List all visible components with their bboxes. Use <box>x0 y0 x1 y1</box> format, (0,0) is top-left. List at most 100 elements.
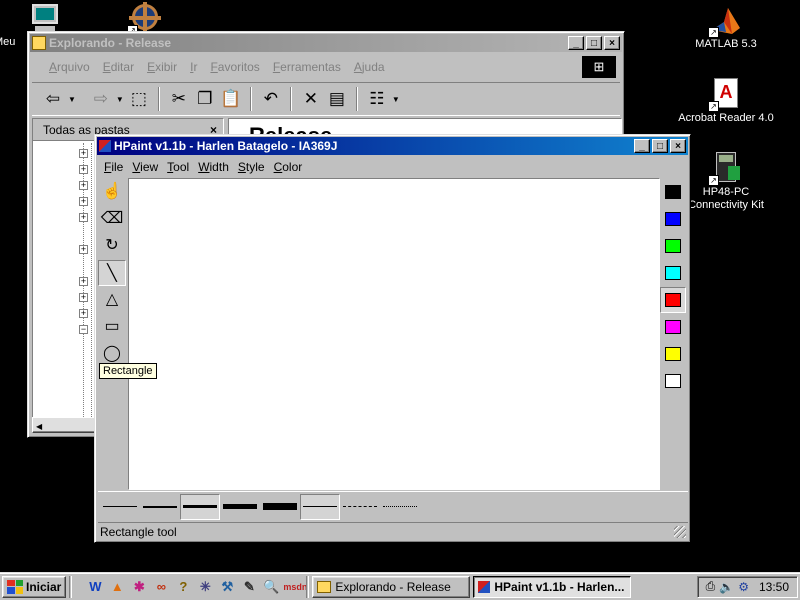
menu-tool[interactable]: Tool <box>167 160 189 174</box>
tree-expand-icon[interactable]: + <box>79 309 88 318</box>
edit-icon[interactable]: ✎ <box>239 577 259 597</box>
delete-icon[interactable]: ✕ <box>300 88 322 110</box>
color-swatch-yellow[interactable] <box>660 341 686 367</box>
line-tool-button[interactable]: ╲ <box>98 260 126 286</box>
maximize-button[interactable]: □ <box>586 36 602 50</box>
menu-view[interactable]: View <box>132 160 158 174</box>
eraser-icon: ⌫ <box>100 210 124 227</box>
volume-icon[interactable]: 🔈 <box>719 580 734 594</box>
width-thicker-button[interactable] <box>220 494 260 520</box>
tree-expand-icon[interactable]: + <box>79 181 88 190</box>
width-thickest-button[interactable] <box>260 494 300 520</box>
horizontal-scrollbar[interactable]: ◀ <box>32 417 98 433</box>
minimize-button[interactable]: _ <box>568 36 584 50</box>
eraser-tool-button[interactable]: ⌫ <box>98 206 126 232</box>
dropdown-arrow-icon[interactable]: ▼ <box>392 95 400 104</box>
tool-tooltip: Rectangle <box>99 363 157 379</box>
scroll-left-icon[interactable]: ◀ <box>36 422 42 431</box>
scanner-icon[interactable]: ⎙ <box>706 579 716 594</box>
dropdown-arrow-icon[interactable]: ▼ <box>116 95 124 104</box>
start-button[interactable]: Iniciar <box>2 575 67 598</box>
menu-style[interactable]: Style <box>238 160 265 174</box>
tree-expand-icon[interactable]: + <box>79 165 88 174</box>
explorer-icon[interactable]: 🔍 <box>261 577 281 597</box>
toolbar-separator <box>157 87 160 111</box>
menu-width[interactable]: Width <box>198 160 229 174</box>
width-sample <box>263 503 297 510</box>
color-swatch-red[interactable] <box>660 287 686 313</box>
paste-icon[interactable]: 📋 <box>220 88 242 110</box>
rectangle-tool-button[interactable]: ▭ <box>98 314 126 340</box>
color-swatch-green[interactable] <box>660 233 686 259</box>
menu-editar[interactable]: Editar <box>103 60 134 74</box>
task-explorer-button[interactable]: Explorando - Release <box>312 575 471 598</box>
width-thin-button[interactable] <box>100 494 140 520</box>
menu-ferramentas[interactable]: Ferramentas <box>273 60 341 74</box>
close-button[interactable]: × <box>670 139 686 153</box>
undo-icon[interactable]: ↶ <box>260 88 282 110</box>
network-icon[interactable]: ✳ <box>195 577 215 597</box>
clock[interactable]: 13:50 <box>759 580 789 594</box>
cut-icon[interactable]: ✂ <box>168 88 190 110</box>
menu-arquivo[interactable]: Arquivo <box>49 60 90 74</box>
menu-color[interactable]: Color <box>274 160 303 174</box>
color-palette <box>660 178 688 490</box>
color-swatch-black[interactable] <box>660 179 686 205</box>
color-swatch-blue[interactable] <box>660 206 686 232</box>
resize-grip-icon[interactable] <box>674 526 686 538</box>
back-arrow-icon[interactable]: ⇦ <box>42 88 64 110</box>
menu-ajuda[interactable]: Ajuda <box>354 60 385 74</box>
windows-flag-icon <box>7 579 23 594</box>
menu-ir[interactable]: Ir <box>190 60 197 74</box>
desktop-icon-matlab[interactable]: ↗ MATLAB 5.3 <box>671 4 781 51</box>
tree-expand-icon[interactable]: + <box>79 149 88 158</box>
tree-expand-icon[interactable]: + <box>79 245 88 254</box>
maximize-button[interactable]: □ <box>652 139 668 153</box>
triangle-tool-button[interactable]: △ <box>98 287 126 313</box>
msdn-icon[interactable]: msdn <box>283 577 307 597</box>
toolbar-separator <box>355 87 358 111</box>
style-dotted-button[interactable] <box>380 494 420 520</box>
tree-expand-icon[interactable]: + <box>79 293 88 302</box>
hand-tool-button[interactable]: ☝ <box>98 179 126 205</box>
width-sample <box>103 506 137 507</box>
forward-arrow-icon[interactable]: ⇨ <box>90 88 112 110</box>
dropdown-arrow-icon[interactable]: ▼ <box>68 95 76 104</box>
menu-exibir[interactable]: Exibir <box>147 60 177 74</box>
explorer-title: Explorando - Release <box>49 36 172 50</box>
tools-icon[interactable]: ⚒ <box>217 577 237 597</box>
menu-favoritos[interactable]: Favoritos <box>210 60 259 74</box>
rotate-tool-button[interactable]: ↻ <box>98 233 126 259</box>
copy-icon[interactable]: ❐ <box>194 88 216 110</box>
hpaint-titlebar[interactable]: HPaint v1.1b - Harlen Batagelo - IA369J … <box>97 137 688 155</box>
tree-expand-icon[interactable]: + <box>79 213 88 222</box>
tree-collapse-icon[interactable]: − <box>79 325 88 334</box>
tree-expand-icon[interactable]: + <box>79 277 88 286</box>
explorer-titlebar[interactable]: Explorando - Release _ □ × <box>30 34 622 52</box>
close-button[interactable]: × <box>604 36 620 50</box>
matlab-icon[interactable]: ▲ <box>107 577 127 597</box>
link-icon[interactable]: ∞ <box>151 577 171 597</box>
width-medium-button[interactable] <box>140 494 180 520</box>
help-icon[interactable]: ? <box>173 577 193 597</box>
color-swatch-white[interactable] <box>660 368 686 394</box>
menu-file[interactable]: File <box>104 160 123 174</box>
apps-icon[interactable]: ✱ <box>129 577 149 597</box>
up-folder-icon[interactable]: ⬚ <box>128 88 150 110</box>
style-dashed-button[interactable] <box>340 494 380 520</box>
word-icon[interactable]: W <box>85 577 105 597</box>
style-solid-button[interactable] <box>300 493 340 520</box>
color-swatch-magenta[interactable] <box>660 314 686 340</box>
color-swatch-cyan[interactable] <box>660 260 686 286</box>
width-thick-button[interactable] <box>180 493 220 520</box>
drawing-canvas[interactable] <box>128 178 660 490</box>
views-icon[interactable]: ☷ <box>366 88 388 110</box>
width-sample <box>223 504 257 509</box>
hpaint-window[interactable]: HPaint v1.1b - Harlen Batagelo - IA369J … <box>94 134 691 543</box>
tree-expand-icon[interactable]: + <box>79 197 88 206</box>
desktop-icon-acrobat[interactable]: A ↗ Acrobat Reader 4.0 <box>671 78 781 125</box>
task-hpaint-button[interactable]: HPaint v1.1b - Harlen... <box>473 575 632 598</box>
properties-icon[interactable]: ▤ <box>326 88 348 110</box>
network-tray-icon[interactable]: ⚙ <box>738 580 749 594</box>
minimize-button[interactable]: _ <box>634 139 650 153</box>
